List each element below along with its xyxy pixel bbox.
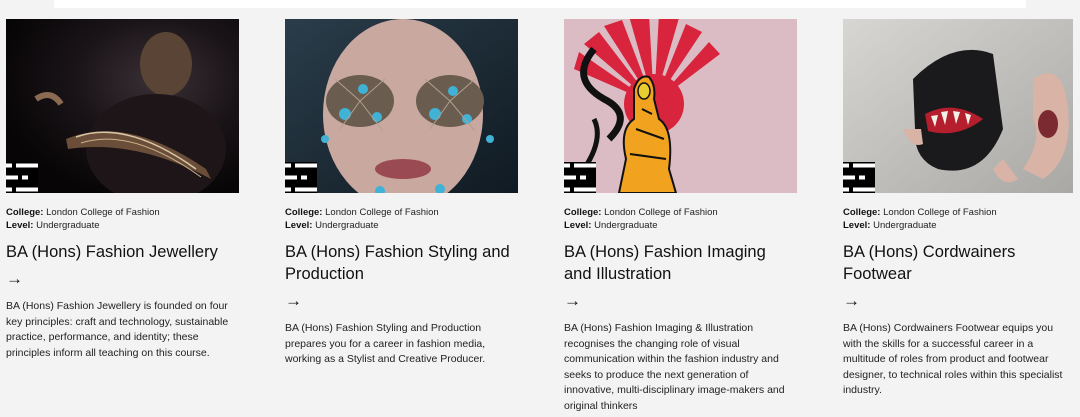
course-image-footwear (843, 19, 1073, 193)
course-list-icon (6, 162, 38, 193)
level-label: Level: (6, 220, 34, 231)
course-meta: College: London College of Fashion Level… (285, 206, 518, 232)
course-card[interactable]: College: London College of Fashion Level… (843, 19, 1073, 399)
course-card[interactable]: College: London College of Fashion Level… (285, 19, 518, 368)
course-description: BA (Hons) Fashion Styling and Production… (285, 322, 486, 365)
college-label: College: (564, 207, 602, 218)
level-label: Level: (285, 220, 313, 231)
top-bar (54, 0, 1026, 8)
course-image[interactable] (285, 19, 518, 193)
course-image[interactable] (843, 19, 1073, 193)
course-title-link[interactable]: BA (Hons) Fashion Imaging and Illustrati… (564, 241, 797, 285)
course-card[interactable]: College: London College of Fashion Level… (6, 19, 239, 361)
course-list-icon (285, 162, 317, 193)
course-meta: College: London College of Fashion Level… (6, 206, 239, 232)
arrow-right-icon[interactable]: → (285, 291, 518, 311)
level-value: Undergraduate (594, 220, 658, 231)
level-value: Undergraduate (315, 220, 379, 231)
course-list-icon (843, 162, 875, 193)
course-title-link[interactable]: BA (Hons) Cordwainers Footwear (843, 241, 1073, 285)
course-description: BA (Hons) Fashion Imaging & Illustration… (564, 322, 785, 412)
college-value: London College of Fashion (325, 207, 439, 218)
level-value: Undergraduate (873, 220, 937, 231)
course-meta: College: London College of Fashion Level… (843, 206, 1073, 232)
course-meta: College: London College of Fashion Level… (564, 206, 797, 232)
course-image-jewellery (6, 19, 239, 193)
arrow-right-icon[interactable]: → (6, 269, 239, 289)
course-title-link[interactable]: BA (Hons) Fashion Styling and Production (285, 241, 518, 285)
college-value: London College of Fashion (46, 207, 160, 218)
college-label: College: (285, 207, 323, 218)
course-image-styling (285, 19, 518, 193)
college-label: College: (843, 207, 881, 218)
college-value: London College of Fashion (604, 207, 718, 218)
course-title-link[interactable]: BA (Hons) Fashion Jewellery (6, 241, 239, 263)
course-image[interactable] (6, 19, 239, 193)
course-image[interactable] (564, 19, 797, 193)
course-list-icon (564, 162, 596, 193)
course-card[interactable]: College: London College of Fashion Level… (564, 19, 797, 414)
college-value: London College of Fashion (883, 207, 997, 218)
level-label: Level: (564, 220, 592, 231)
college-label: College: (6, 207, 44, 218)
arrow-right-icon[interactable]: → (564, 291, 797, 311)
level-label: Level: (843, 220, 871, 231)
level-value: Undergraduate (36, 220, 100, 231)
course-image-illustration (564, 19, 797, 193)
course-description: BA (Hons) Cordwainers Footwear equips yo… (843, 322, 1063, 396)
arrow-right-icon[interactable]: → (843, 291, 1073, 311)
course-description: BA (Hons) Fashion Jewellery is founded o… (6, 300, 229, 359)
